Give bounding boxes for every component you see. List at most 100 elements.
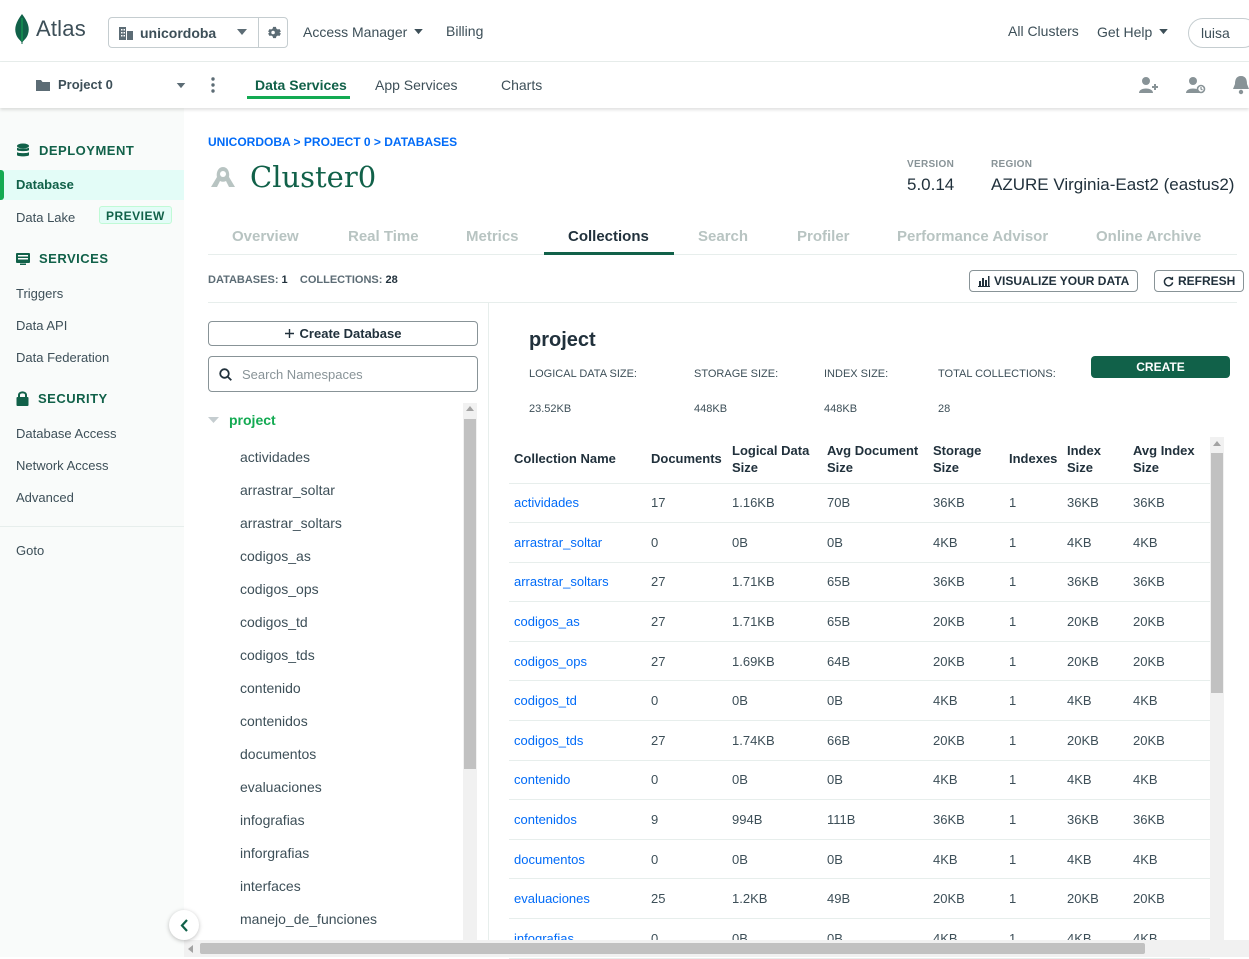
namespace-item[interactable]: interfaces [240,876,377,909]
sidebar-item-data-lake[interactable]: Data Lake [16,210,75,225]
column-header[interactable]: Index Size [1062,437,1128,484]
collection-name-link[interactable]: documentos [509,839,646,880]
chevron-down-icon[interactable] [176,83,186,89]
org-selector[interactable]: unicordoba [108,17,288,48]
all-clusters-link[interactable]: All Clusters [1008,23,1079,39]
breadcrumb[interactable]: UNICORDOBA > PROJECT 0 > DATABASES [208,135,457,149]
gear-icon[interactable] [266,24,283,41]
sidebar-item-triggers[interactable]: Triggers [16,286,63,301]
add-user-icon[interactable] [1138,75,1158,95]
sidebar-item-data-federation[interactable]: Data Federation [16,350,109,365]
sidebar-item-advanced[interactable]: Advanced [16,490,74,505]
tab-profiler[interactable]: Profiler [797,228,850,245]
horizontal-scrollbar[interactable] [184,940,1249,957]
table-cell: 36KB [1128,483,1210,524]
table-cell: 36KB [928,799,1004,840]
column-header[interactable]: Avg Index Size [1128,437,1210,484]
get-help-menu[interactable]: Get Help [1097,24,1169,40]
refresh-button[interactable]: REFRESH [1154,270,1245,292]
divider [258,18,259,47]
create-database-button[interactable]: Create Database [208,321,478,346]
collection-name-link[interactable]: actividades [509,483,646,524]
namespace-item[interactable]: manejo_de_funciones [240,909,377,942]
table-cell: 1 [1004,641,1062,682]
scroll-thumb[interactable] [1211,453,1223,693]
column-header[interactable]: Logical Data Size [727,437,822,484]
sidebar-item-database[interactable]: Database [0,170,184,200]
namespace-scrollbar[interactable] [463,403,477,940]
atlas-logo[interactable]: Atlas [14,14,86,44]
search-namespaces-input[interactable] [242,366,462,382]
namespace-item[interactable]: contenido [240,678,377,711]
databases-count-label: DATABASES: [208,274,279,286]
refresh-icon [1163,275,1174,286]
collection-name-link[interactable]: codigos_tds [509,720,646,761]
billing-link[interactable]: Billing [446,23,483,39]
namespace-item[interactable]: documentos [240,744,377,777]
scroll-thumb[interactable] [464,419,476,769]
tab-real-time[interactable]: Real Time [348,228,419,245]
project-selector[interactable]: Project 0 [36,77,113,92]
building-icon [119,26,133,40]
tab-performance-advisor[interactable]: Performance Advisor [897,228,1048,245]
collection-name-link[interactable]: arrastrar_soltars [509,562,646,603]
table-cell: 1 [1004,839,1062,880]
access-manager-menu[interactable]: Access Manager [303,24,424,40]
sidebar-item-data-api[interactable]: Data API [16,318,67,333]
table-cell: 1 [1004,878,1062,920]
tab-data-services[interactable]: Data Services [255,77,347,93]
collection-name-link[interactable]: evaluaciones [509,878,646,920]
column-header[interactable]: Collection Name [509,437,646,484]
scroll-thumb[interactable] [200,943,1145,954]
create-collection-button[interactable]: CREATE [1091,356,1230,378]
namespace-item[interactable]: arrastrar_soltars [240,513,377,546]
namespace-item[interactable]: arrastrar_soltar [240,480,377,513]
table-cell: 1 [1004,522,1062,563]
table-scrollbar[interactable] [1210,437,1224,940]
sidebar-item-network-access[interactable]: Network Access [16,458,108,473]
column-header[interactable]: Indexes [1004,437,1062,484]
user-menu-button[interactable]: luisa [1188,18,1249,48]
services-heading-label: SERVICES [39,251,109,266]
table-cell: 65B [822,562,928,603]
namespace-item[interactable]: codigos_td [240,612,377,645]
namespace-item[interactable]: codigos_tds [240,645,377,678]
tab-app-services[interactable]: App Services [375,77,457,93]
collection-name-link[interactable]: contenidos [509,799,646,840]
activity-feed-icon[interactable] [1185,75,1207,95]
tab-overview[interactable]: Overview [232,228,299,245]
tab-collections[interactable]: Collections [568,228,649,245]
tab-charts[interactable]: Charts [501,77,542,93]
collection-name-link[interactable]: contenido [509,760,646,801]
table-cell: 36KB [1062,562,1128,603]
namespace-item[interactable]: codigos_as [240,546,377,579]
tree-database-project[interactable]: project [208,412,276,428]
table-cell: 20KB [1128,878,1210,920]
namespace-item[interactable]: contenidos [240,711,377,744]
collection-name-link[interactable]: codigos_td [509,680,646,722]
namespace-item[interactable]: evaluaciones [240,777,377,810]
namespace-item[interactable]: actividades [240,447,377,480]
logical-data-size-value: 23.52KB [529,403,572,415]
table-cell: 27 [646,562,727,603]
namespace-item[interactable]: inforgrafias [240,843,377,876]
sidebar-item-database-access[interactable]: Database Access [16,426,116,441]
collection-name-link[interactable]: codigos_as [509,601,646,642]
tab-metrics[interactable]: Metrics [466,228,519,245]
namespace-item[interactable]: codigos_ops [240,579,377,612]
collection-name-link[interactable]: arrastrar_soltar [509,522,646,563]
namespace-item[interactable]: infografias [240,810,377,843]
column-header[interactable]: Avg Document Size [822,437,928,484]
sidebar-item-goto[interactable]: Goto [16,543,44,558]
bell-icon[interactable] [1233,75,1249,95]
collapse-sidebar-button[interactable] [169,910,199,940]
collection-name-link[interactable]: codigos_ops [509,641,646,682]
visualize-data-button[interactable]: VISUALIZE YOUR DATA [969,270,1139,292]
column-header[interactable]: Documents [646,437,727,484]
tab-search[interactable]: Search [698,228,748,245]
table-cell: 20KB [1062,641,1128,682]
more-options-icon[interactable] [211,76,215,94]
column-header[interactable]: Storage Size [928,437,1004,484]
tab-online-archive[interactable]: Online Archive [1096,228,1201,245]
table-cell: 36KB [1062,799,1128,840]
